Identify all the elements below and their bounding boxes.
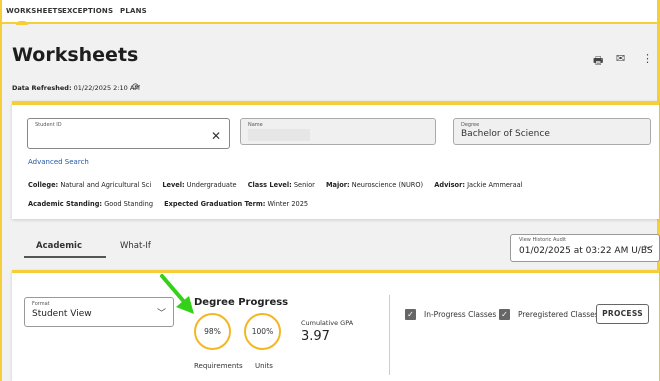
name-label: Name [248, 122, 263, 128]
in-progress-checkbox[interactable]: ✓ [405, 309, 416, 320]
format-value: Student View [32, 309, 92, 319]
name-value-redacted [248, 129, 310, 141]
gpa-label: Cumulative GPA [301, 319, 354, 327]
tab-plans[interactable]: PLANS [120, 7, 147, 15]
advisor-value: Jackie Ammeraal [467, 181, 523, 189]
app-frame: WORKSHEETS EXCEPTIONS PLANS Worksheets 🖶… [2, 0, 660, 381]
gpa-value: 3.97 [301, 329, 330, 344]
degree-value: Bachelor of Science [461, 129, 550, 139]
advanced-search-link[interactable]: Advanced Search [28, 158, 89, 166]
name-field[interactable]: Name [240, 118, 436, 145]
page-title: Worksheets [12, 44, 139, 66]
in-progress-label: In-Progress Classes [424, 310, 497, 319]
audit-tabs: Academic What-If View Historic Audit 01/… [12, 228, 660, 264]
student-search-card: Student ID ✕ Name Degree Bachelor of Sci… [12, 101, 659, 219]
units-progress-circle: 100% [244, 313, 281, 350]
degree-label: Degree [461, 122, 480, 128]
historic-audit-label: View Historic Audit [519, 237, 567, 243]
requirements-label: Requirements [194, 362, 243, 370]
refreshed-value: 01/22/2025 2:10 AM [73, 84, 140, 92]
preregistered-checkbox[interactable]: ✓ [499, 309, 510, 320]
college-label: College: [28, 181, 59, 189]
grad-term-label: Expected Graduation Term: [164, 200, 266, 208]
advisor-label: Advisor: [434, 181, 465, 189]
tab-exceptions[interactable]: EXCEPTIONS [62, 7, 113, 15]
college-value: Natural and Agricultural Sci [60, 181, 152, 189]
email-icon[interactable]: ✉ [616, 52, 625, 65]
historic-audit-select[interactable]: View Historic Audit 01/02/2025 at 03:22 … [510, 234, 660, 262]
major-value: Neuroscience (NURO) [351, 181, 424, 189]
major-label: Major: [325, 181, 350, 189]
degree-progress-title: Degree Progress [194, 297, 289, 308]
chevron-down-icon: ﹀ [643, 246, 653, 256]
historic-audit-value: 01/02/2025 at 03:22 AM U/BS [519, 246, 653, 256]
student-id-field[interactable]: Student ID ✕ [27, 118, 230, 149]
requirements-progress-circle: 98% [194, 313, 231, 350]
top-nav: WORKSHEETS EXCEPTIONS PLANS [2, 0, 657, 25]
student-info-row-2: Academic Standing: Good Standing Expecte… [28, 200, 317, 208]
student-id-label: Student ID [35, 122, 62, 128]
tab-what-if[interactable]: What-If [120, 241, 151, 251]
preregistered-label: Preregistered Classes [518, 310, 599, 319]
student-info-row-1: College: Natural and Agricultural Sci Le… [28, 181, 532, 189]
tab-academic[interactable]: Academic [23, 241, 107, 258]
clear-icon[interactable]: ✕ [211, 129, 221, 143]
refreshed-label: Data Refreshed: [12, 84, 72, 92]
degree-field: Degree Bachelor of Science [453, 118, 651, 145]
divider [389, 295, 390, 375]
grad-term-value: Winter 2025 [267, 200, 309, 208]
level-value: Undergraduate [186, 181, 237, 189]
more-options-icon[interactable]: ⋮ [642, 52, 653, 65]
standing-value: Good Standing [104, 200, 154, 208]
tab-worksheets[interactable]: WORKSHEETS [6, 7, 63, 25]
format-label: Format [32, 301, 50, 307]
print-icon[interactable]: 🖶 [593, 52, 603, 71]
units-label: Units [255, 362, 273, 370]
class-level-value: Senior [293, 181, 315, 189]
data-refreshed: Data Refreshed: 01/22/2025 2:10 AM [12, 84, 140, 92]
standing-label: Academic Standing: [28, 200, 103, 208]
process-button[interactable]: PROCESS [596, 304, 649, 324]
refresh-icon[interactable]: ⟳ [132, 82, 140, 93]
green-arrow-annotation [160, 274, 194, 314]
class-level-label: Class Level: [247, 181, 292, 189]
degree-progress-card: Format Student View ﹀ Degree Progress 98… [12, 270, 659, 381]
level-label: Level: [162, 181, 185, 189]
format-select[interactable]: Format Student View ﹀ [24, 297, 174, 327]
